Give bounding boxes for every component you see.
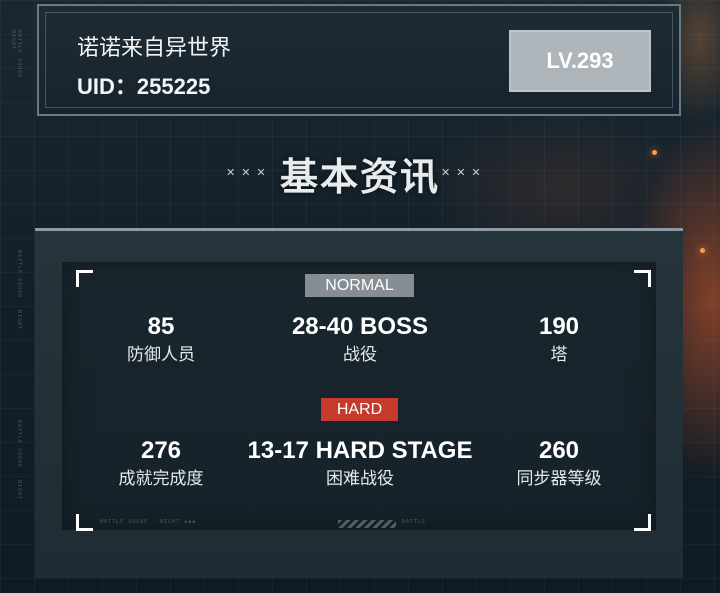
stat-tower: 190 塔 xyxy=(439,312,679,368)
corner-bracket-icon xyxy=(634,270,651,287)
hard-tag: HARD xyxy=(321,398,398,421)
stat-synchro-level: 260 同步器等级 xyxy=(439,436,679,492)
hazard-stripes xyxy=(338,520,396,528)
stat-label: 同步器等级 xyxy=(516,469,602,488)
section-title: 基本资讯 xyxy=(279,155,440,199)
corner-bracket-icon xyxy=(634,514,651,531)
footer-decor-text: BATTLE xyxy=(402,519,427,525)
footer-decor-text: BATTLE SQUAD · NIGHT ◆◆◆ xyxy=(100,519,197,525)
stat-value: 190 xyxy=(538,313,580,340)
side-decor-text: BATTLE SQUAD · NIGHT xyxy=(10,30,22,87)
corner-bracket-icon xyxy=(76,270,93,287)
stat-label: 塔 xyxy=(550,345,568,364)
side-decor-text: BATTLE SQUAD · NIGHT xyxy=(16,420,22,501)
level-badge: LV.293 xyxy=(509,30,651,92)
corner-bracket-icon xyxy=(76,514,93,531)
profile-card: 诺诺来自异世界 UID：255225 LV.293 xyxy=(37,4,681,116)
stat-value: 260 xyxy=(538,437,580,464)
player-uid: UID：255225 xyxy=(77,74,211,99)
side-decor-text: BATTLE SQUAD · NIGHT xyxy=(16,250,22,331)
normal-tag: NORMAL xyxy=(305,274,414,297)
x-mark-icon: ✕✕✕ xyxy=(441,167,487,179)
player-name: 诺诺来自异世界 xyxy=(77,35,232,60)
glow-spark xyxy=(700,248,705,253)
